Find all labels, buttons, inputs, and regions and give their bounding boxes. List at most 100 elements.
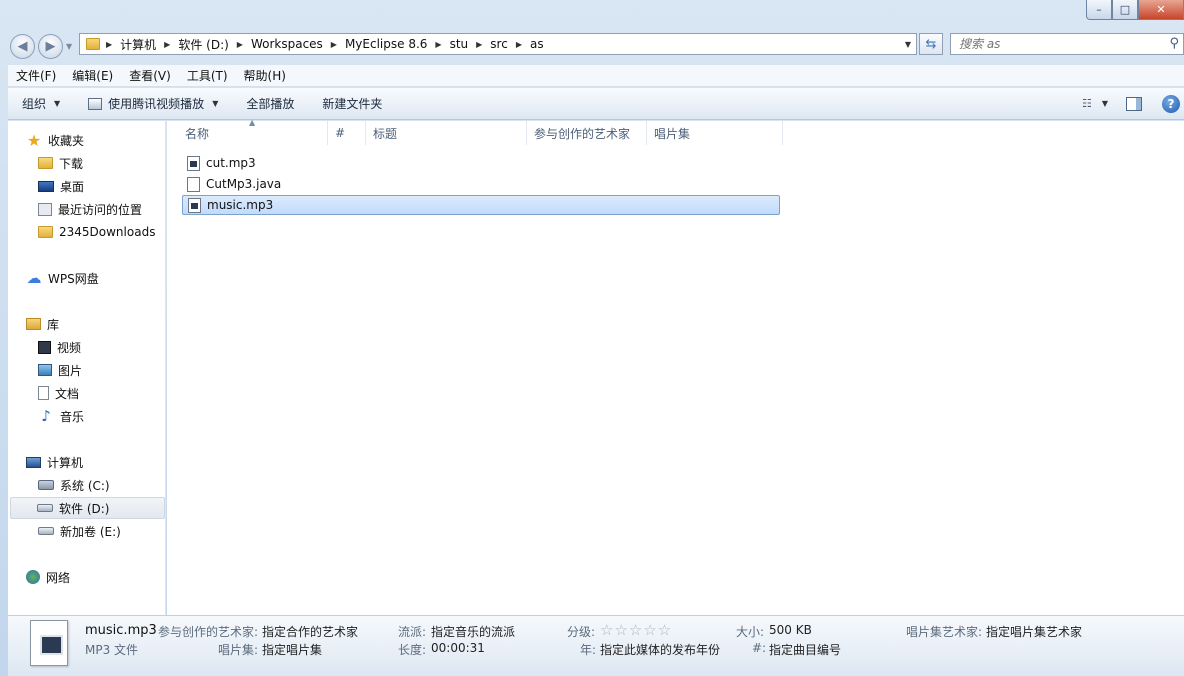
file-name: CutMp3.java xyxy=(206,177,282,191)
file-row[interactable]: CutMp3.java xyxy=(182,174,780,194)
breadcrumb-item[interactable]: src ▶ xyxy=(490,34,530,54)
play-with-button[interactable]: 使用腾讯视频播放 ▼ xyxy=(74,88,232,119)
column-album[interactable]: 唱片集 xyxy=(647,121,783,145)
address-row: ◀ ▶ ▼ ▶ 计算机 ▶ 软件 (D:) ▶ Workspaces ▶ MyEcli… xyxy=(0,28,1184,62)
change-view-button[interactable]: ☷ ▼ xyxy=(1082,97,1108,110)
rating-stars[interactable]: ☆☆☆☆☆ xyxy=(600,621,672,639)
search-icon[interactable]: ⚲ xyxy=(1169,36,1179,51)
play-all-button[interactable]: 全部播放 xyxy=(232,88,308,119)
computer-icon xyxy=(26,456,41,468)
details-year-value[interactable]: 指定此媒体的发布年份 xyxy=(600,641,720,658)
file-list: ▲ 名称 # 标题 参与创作的艺术家 唱片集 cut.mp3 CutMp3.ja… xyxy=(167,118,1184,615)
nav-item-drive-e[interactable]: 新加卷 (E:) xyxy=(38,520,121,542)
search-input[interactable] xyxy=(959,37,1159,51)
drive-icon xyxy=(37,504,53,512)
nav-label: 下载 xyxy=(59,156,84,171)
network-icon xyxy=(26,570,40,584)
column-name[interactable]: 名称 xyxy=(178,121,328,145)
breadcrumb-item[interactable]: stu ▶ xyxy=(450,34,491,54)
back-button[interactable]: ◀ xyxy=(10,34,35,59)
menu-view[interactable]: 查看(V) xyxy=(121,67,179,84)
nav-item-desktop[interactable]: 桌面 xyxy=(38,175,84,197)
breadcrumb-item[interactable]: 计算机 ▶ xyxy=(120,34,178,54)
nav-label: 新加卷 (E:) xyxy=(60,524,121,539)
file-name: music.mp3 xyxy=(207,198,274,212)
nav-label: 系统 (C:) xyxy=(60,478,110,493)
new-folder-button[interactable]: 新建文件夹 xyxy=(308,88,396,119)
new-folder-label: 新建文件夹 xyxy=(322,97,383,111)
nav-network[interactable]: 网络 xyxy=(26,566,70,588)
breadcrumb-root-arrow[interactable]: ▶ xyxy=(106,34,120,54)
menu-edit[interactable]: 编辑(E) xyxy=(64,67,121,84)
recent-pages-dropdown[interactable]: ▼ xyxy=(66,42,72,51)
nav-label: 计算机 xyxy=(47,455,84,470)
nav-wps-cloud[interactable]: ☁ WPS网盘 xyxy=(26,267,99,289)
nav-item-recent-places[interactable]: 最近访问的位置 xyxy=(38,198,142,220)
breadcrumb-item[interactable]: 软件 (D:) ▶ xyxy=(178,34,251,54)
chevron-down-icon: ▼ xyxy=(1101,99,1108,108)
help-button[interactable]: ? xyxy=(1162,94,1180,113)
nav-item-drive-c[interactable]: 系统 (C:) xyxy=(38,474,110,496)
chevron-down-icon: ▼ xyxy=(54,99,61,108)
nav-item-music[interactable]: ♪ 音乐 xyxy=(38,405,84,427)
download-folder-icon xyxy=(38,157,53,169)
nav-computer[interactable]: 计算机 xyxy=(26,451,83,473)
nav-item-pictures[interactable]: 图片 xyxy=(38,359,82,381)
details-genre-label: 流派: xyxy=(398,625,427,639)
address-bar[interactable]: ▶ 计算机 ▶ 软件 (D:) ▶ Workspaces ▶ MyEclipse 8.… xyxy=(79,33,917,55)
menu-file[interactable]: 文件(F) xyxy=(8,67,64,84)
nav-libraries[interactable]: 库 xyxy=(26,313,59,335)
maximize-button[interactable]: □ xyxy=(1112,0,1138,20)
nav-item-videos[interactable]: 视频 xyxy=(38,336,81,358)
search-box[interactable]: ⚲ xyxy=(950,33,1184,55)
minimize-button[interactable]: – xyxy=(1086,0,1112,20)
column-artist[interactable]: 参与创作的艺术家 xyxy=(527,121,647,145)
nav-label: 音乐 xyxy=(60,409,85,424)
nav-label: 收藏夹 xyxy=(48,133,85,148)
details-artist-value[interactable]: 指定合作的艺术家 xyxy=(262,623,358,640)
help-icon: ? xyxy=(1167,96,1175,111)
nav-item-downloads[interactable]: 下载 xyxy=(38,152,83,174)
folder-icon xyxy=(86,38,100,50)
refresh-button[interactable]: ⇆ xyxy=(919,33,943,55)
player-icon xyxy=(88,97,103,110)
music-icon: ♪ xyxy=(41,407,51,425)
preview-pane-button[interactable] xyxy=(1126,96,1142,111)
details-album-value[interactable]: 指定唱片集 xyxy=(262,641,322,658)
menu-bar: 文件(F) 编辑(E) 查看(V) 工具(T) 帮助(H) xyxy=(8,65,1184,87)
file-row-selected[interactable]: music.mp3 xyxy=(182,195,780,215)
play-with-label: 使用腾讯视频播放 xyxy=(108,97,205,111)
system-drive-icon xyxy=(38,480,54,490)
details-pane: music.mp3 MP3 文件 参与创作的艺术家: 指定合作的艺术家 唱片集:… xyxy=(8,615,1184,676)
menu-help[interactable]: 帮助(H) xyxy=(236,67,294,84)
details-size-label: 大小: xyxy=(736,625,765,639)
column-title[interactable]: 标题 xyxy=(366,121,527,145)
breadcrumb-item[interactable]: MyEclipse 8.6 ▶ xyxy=(345,34,450,54)
nav-item-drive-d[interactable]: 软件 (D:) xyxy=(10,497,165,519)
nav-item-2345downloads[interactable]: 2345Downloads xyxy=(38,221,155,243)
nav-label: 库 xyxy=(47,317,60,332)
nav-item-documents[interactable]: 文档 xyxy=(38,382,79,404)
breadcrumb-item[interactable]: Workspaces ▶ xyxy=(251,34,345,54)
details-track-value[interactable]: 指定曲目编号 xyxy=(769,641,841,658)
close-button[interactable]: ✕ xyxy=(1138,0,1184,20)
cloud-icon: ☁ xyxy=(26,269,42,287)
organize-button[interactable]: 组织 ▼ xyxy=(8,88,74,119)
details-album-label: 唱片集: xyxy=(218,643,259,657)
details-track-label: #: xyxy=(752,641,767,655)
command-bar-right: ☷ ▼ ? xyxy=(1082,88,1184,119)
breadcrumb-item[interactable]: as xyxy=(530,34,544,54)
file-row[interactable]: cut.mp3 xyxy=(182,153,780,173)
details-artist-label: 参与创作的艺术家: xyxy=(158,625,259,639)
column-number[interactable]: # xyxy=(328,121,366,145)
details-album-artist-value[interactable]: 指定唱片集艺术家 xyxy=(986,623,1082,640)
nav-label: 最近访问的位置 xyxy=(58,202,143,217)
forward-button[interactable]: ▶ xyxy=(38,34,63,59)
details-genre-value[interactable]: 指定音乐的流派 xyxy=(431,623,515,640)
back-icon: ◀ xyxy=(17,39,28,54)
breadcrumb: ▶ 计算机 ▶ 软件 (D:) ▶ Workspaces ▶ MyEclipse 8.… xyxy=(80,34,900,54)
address-history-dropdown[interactable]: ▼ xyxy=(900,34,916,54)
nav-favorites[interactable]: ★ 收藏夹 xyxy=(26,129,84,151)
window-controls: – □ ✕ xyxy=(1086,0,1184,22)
menu-tools[interactable]: 工具(T) xyxy=(179,67,236,84)
